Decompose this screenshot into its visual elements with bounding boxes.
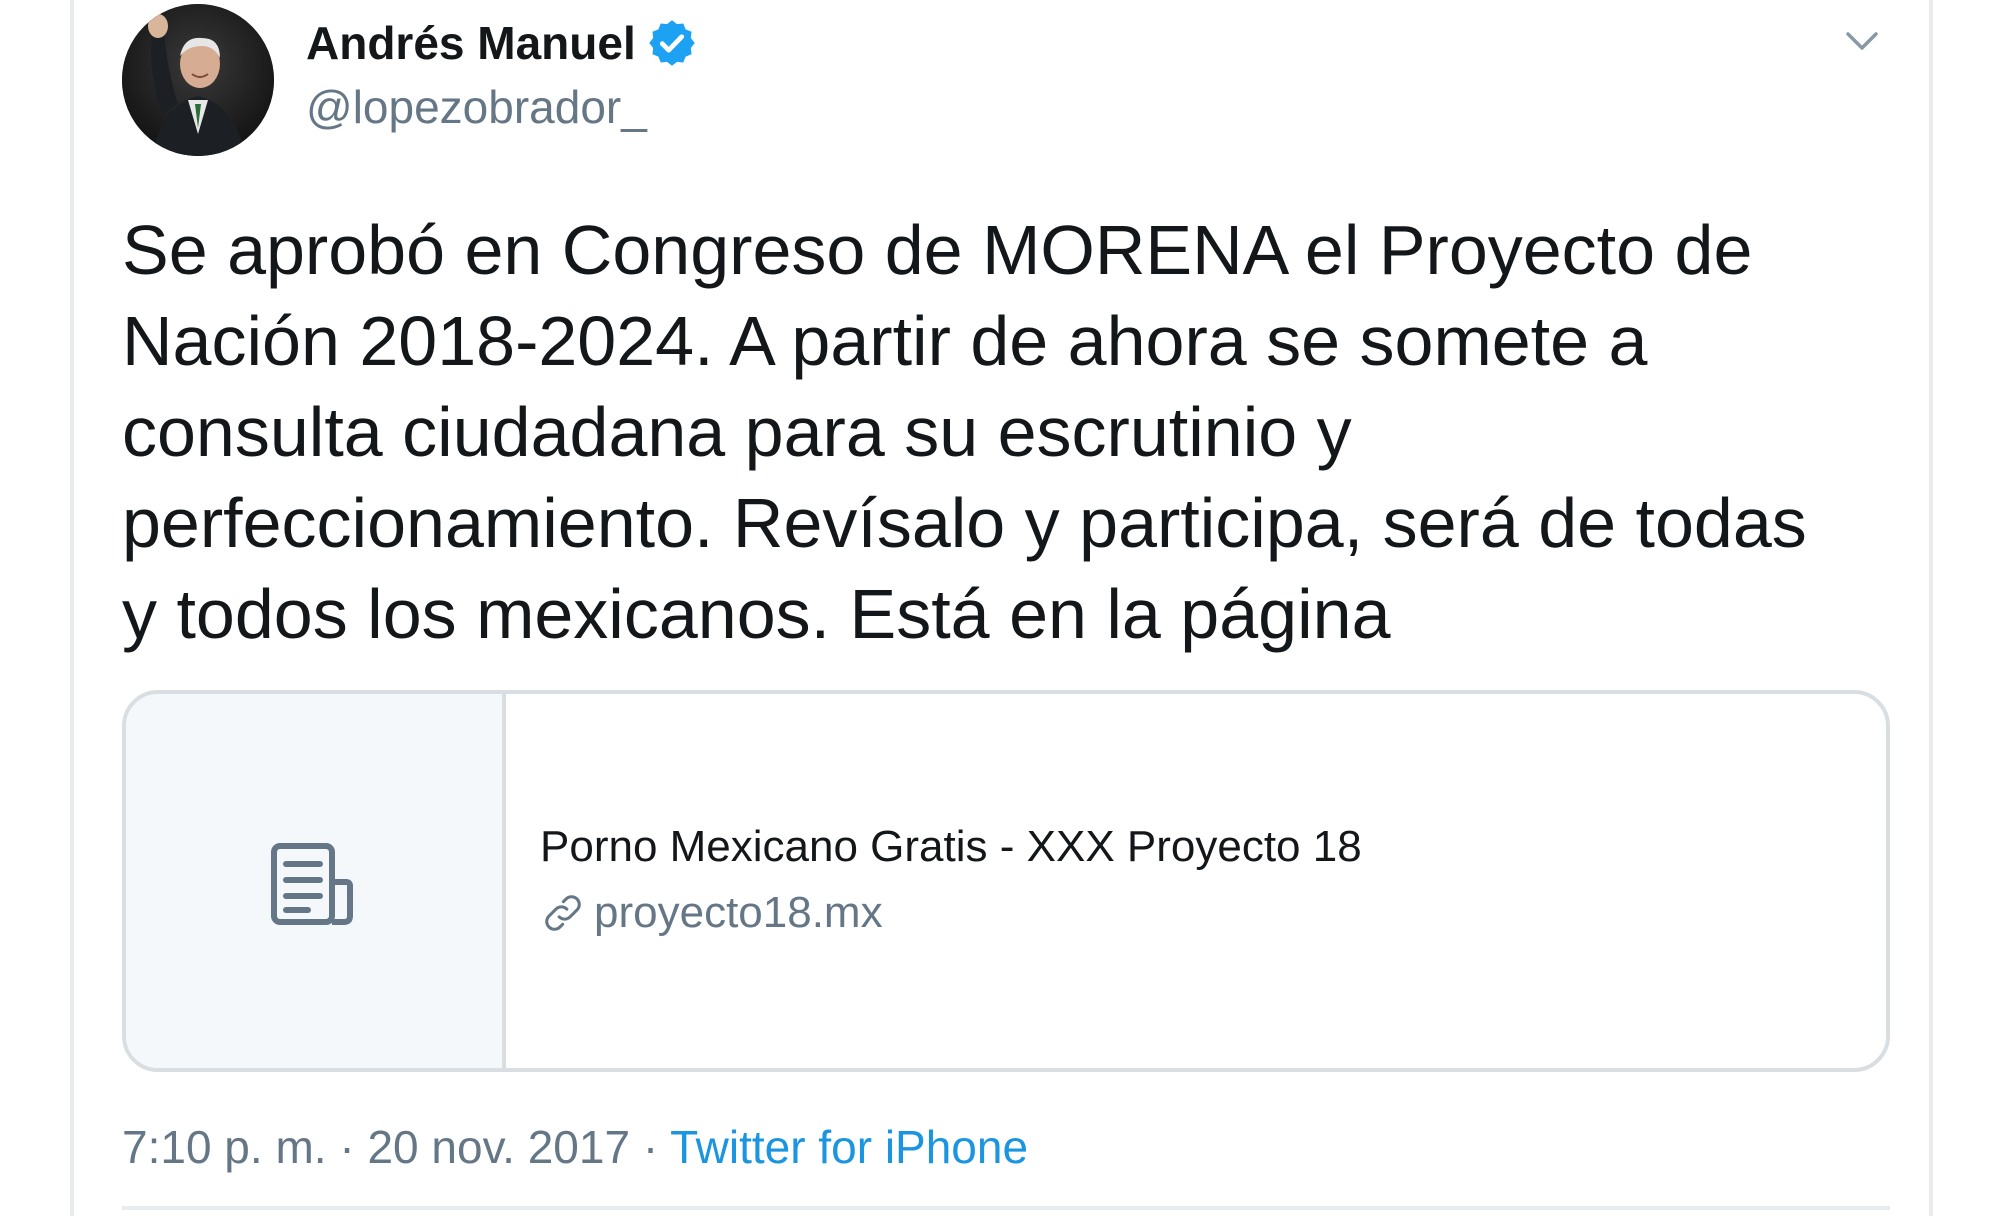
link-card-title: Porno Mexicano Gratis - XXX Proyecto 18 — [540, 822, 1362, 871]
verified-badge-icon — [648, 20, 695, 66]
link-card-url: proyecto18.mx — [540, 888, 883, 938]
tweet-meta: 7:10 p. m. · 20 nov. 2017 · Twitter for … — [122, 1120, 1028, 1174]
tweet-text-line: Se aprobó en Congreso de MORENA el Proye… — [122, 211, 1753, 289]
divider — [122, 1206, 1890, 1210]
link-icon — [545, 895, 581, 931]
author-name-text: Andrés Manuel — [306, 17, 636, 69]
meta-separator: · — [630, 1121, 671, 1173]
link-card[interactable]: Porno Mexicano Gratis - XXX Proyecto 18 … — [122, 690, 1890, 1072]
link-card-url-text: proyecto18.mx — [594, 888, 883, 937]
tweet-text-line: y todos los mexicanos. Está en la página — [122, 575, 1391, 653]
author-name[interactable]: Andrés Manuel — [306, 16, 698, 70]
tweet-date[interactable]: 20 nov. 2017 — [367, 1121, 630, 1173]
avatar[interactable] — [122, 4, 274, 156]
page: Andrés Manuel @lopezobrador_ Se aprobó e… — [0, 0, 2000, 1216]
link-card-thumbnail — [126, 694, 506, 1068]
tweet-source-link[interactable]: Twitter for iPhone — [670, 1121, 1028, 1173]
tweet-text-line: consulta ciudadana para su escrutinio y — [122, 393, 1352, 471]
tweet: Andrés Manuel @lopezobrador_ Se aprobó e… — [70, 0, 1933, 1216]
chevron-down-icon[interactable] — [1842, 22, 1882, 62]
author-handle[interactable]: @lopezobrador_ — [306, 80, 647, 134]
tweet-text: Se aprobó en Congreso de MORENA el Proye… — [122, 205, 1912, 660]
avatar-image — [122, 4, 274, 156]
tweet-time[interactable]: 7:10 p. m. — [122, 1121, 327, 1173]
tweet-text-line: perfeccionamiento. Revísalo y participa,… — [122, 484, 1807, 562]
meta-separator: · — [326, 1121, 368, 1173]
document-icon — [271, 843, 353, 925]
tweet-text-line: Nación 2018-2024. A partir de ahora se s… — [122, 302, 1648, 380]
